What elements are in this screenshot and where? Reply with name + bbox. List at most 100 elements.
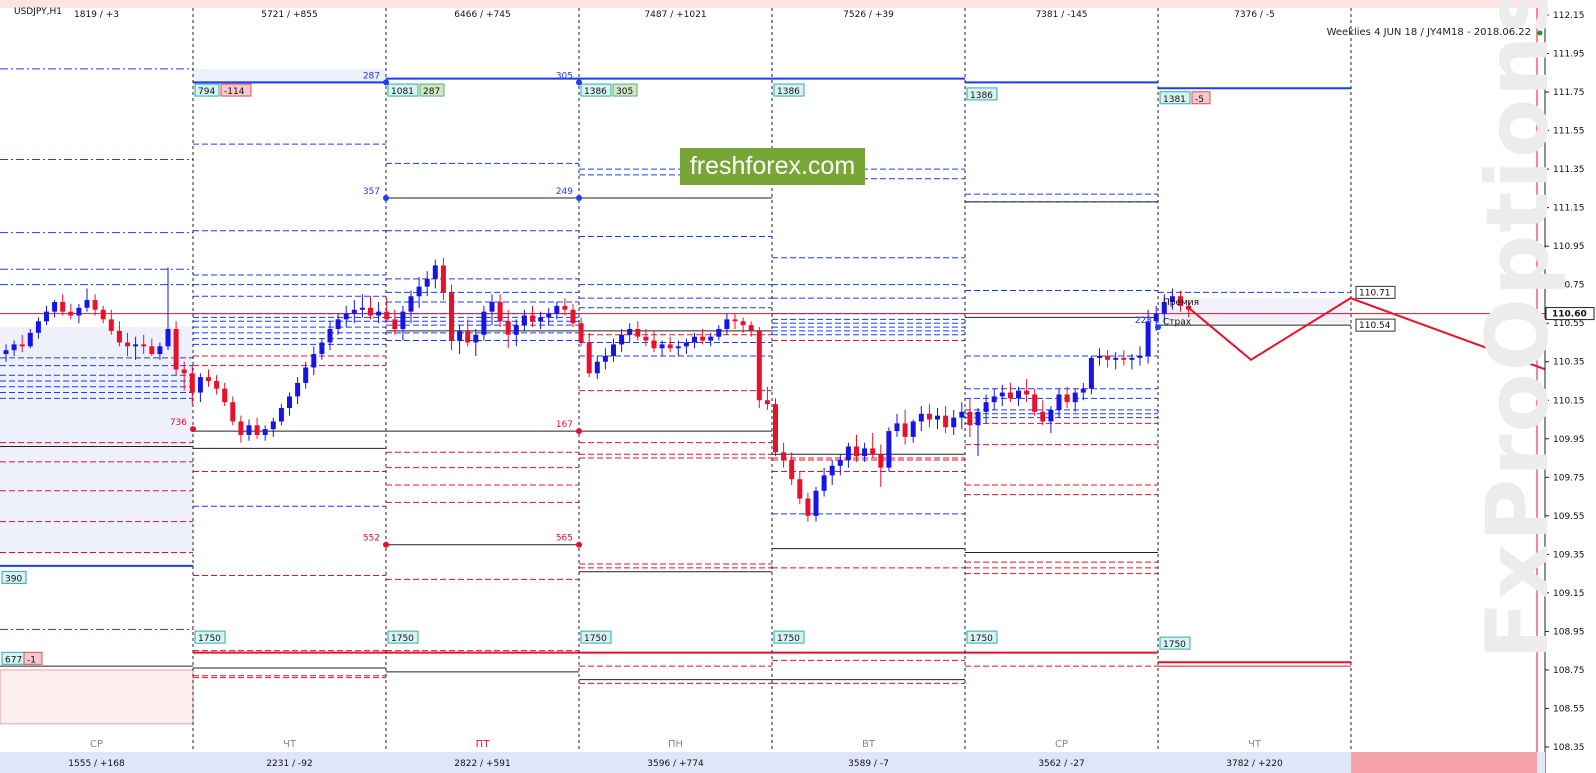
candle-body — [611, 344, 616, 356]
candle-body — [1129, 357, 1135, 360]
candle-body — [133, 344, 139, 347]
strike-dot — [576, 79, 582, 86]
candle-body — [951, 417, 957, 428]
day-top-stat: 7487 / +1021 — [644, 10, 706, 20]
red-label: 1750 — [777, 634, 800, 644]
premium-label: Премия — [1163, 298, 1199, 308]
candle-body — [44, 311, 49, 322]
blue-label: 1386 — [970, 91, 993, 101]
candle-body — [351, 309, 357, 314]
candle-body — [538, 317, 544, 322]
strike-value: 167 — [556, 420, 573, 430]
candle-body — [222, 388, 228, 403]
candle-body — [287, 396, 292, 408]
left-bottom-change: -1 — [27, 655, 36, 665]
strike-dot — [576, 541, 582, 548]
candle-body — [481, 311, 487, 335]
blue-label: 1386 — [584, 87, 607, 97]
candle-body — [578, 323, 584, 343]
candle-body — [1072, 392, 1078, 403]
candle-body — [773, 404, 778, 453]
red-label: 1750 — [1163, 640, 1186, 650]
candle-body — [781, 452, 787, 460]
candle-body — [594, 361, 600, 374]
candle-body — [667, 344, 673, 349]
axis-tick-label: 108.75 — [1553, 666, 1585, 676]
day-label: ПТ — [476, 739, 491, 750]
candle-body — [1064, 394, 1070, 403]
strike-value: 287 — [363, 71, 380, 81]
candle-body — [562, 305, 568, 310]
candle-body — [52, 302, 58, 312]
candle-body — [181, 369, 187, 374]
red-label: 1750 — [584, 634, 607, 644]
day-bottom-stat: 1555 / +168 — [68, 759, 125, 769]
day-bottom-stat: 2822 / +591 — [454, 759, 510, 769]
candle-body — [1088, 357, 1094, 389]
bottom-strip-pending — [1351, 752, 1537, 773]
candle-body — [246, 425, 252, 435]
candle-body — [327, 328, 333, 343]
chart-background — [0, 68, 1349, 725]
watermark-text: FxProOptions — [1468, 0, 1568, 660]
candle-body — [1121, 357, 1127, 360]
candle-body — [740, 321, 746, 326]
candle-body — [546, 313, 552, 318]
candle-body — [521, 315, 527, 326]
candle-body — [570, 309, 576, 324]
day-label: СР — [1055, 739, 1068, 750]
strike-dot — [1155, 324, 1161, 331]
candle-body — [829, 465, 835, 476]
candle-body — [1105, 355, 1111, 360]
candle-body — [238, 421, 244, 435]
day-label: ЧТ — [283, 739, 297, 750]
candle-body — [805, 498, 811, 516]
candle-body — [505, 321, 511, 335]
candle-body — [254, 425, 260, 435]
strike-dot — [383, 195, 389, 201]
day-top-stat: 6466 / +745 — [454, 10, 510, 20]
candle-body — [457, 330, 463, 341]
candle-body — [1080, 388, 1086, 393]
candle-body — [3, 350, 9, 355]
brand-logo[interactable]: freshforex.com — [680, 148, 865, 185]
candle-body — [943, 415, 949, 428]
candle-body — [862, 448, 868, 457]
change-label: 305 — [616, 87, 633, 97]
candle-body — [1056, 394, 1062, 410]
candle-body — [886, 431, 892, 468]
candle-body — [813, 490, 819, 516]
candle-body — [716, 328, 722, 337]
candle-body — [125, 342, 130, 347]
strike-value: 357 — [363, 187, 380, 197]
candle-body — [651, 340, 657, 349]
candle-body — [692, 336, 697, 343]
candle-body — [1145, 321, 1151, 356]
red-label: 1750 — [970, 634, 993, 644]
candle-body — [173, 328, 179, 370]
change-label: -5 — [1195, 95, 1204, 105]
candle-body — [756, 330, 762, 401]
candle-body — [1113, 357, 1119, 360]
blue-label: 1081 — [391, 87, 414, 97]
blue-bottom-label: 390 — [5, 574, 22, 584]
strike-value: 552 — [363, 534, 380, 544]
day-top-stat: 1819 / +3 — [74, 10, 119, 20]
candle-body — [894, 423, 900, 432]
red-label: 1750 — [391, 634, 414, 644]
red-zone — [0, 669, 194, 725]
option-levels — [0, 8, 1545, 760]
candle-body — [432, 265, 438, 279]
strike-dot — [576, 428, 582, 435]
candle-body — [513, 325, 519, 335]
candle-body — [35, 321, 41, 333]
strike-dot — [190, 426, 196, 433]
insurance-label: Страх — [1163, 317, 1192, 327]
candle-body — [303, 367, 309, 383]
candle-body — [165, 328, 171, 347]
candle-body — [975, 411, 981, 426]
day-bottom-stat: 3782 / +220 — [1226, 759, 1283, 769]
strike-dot — [383, 79, 389, 86]
candle-body — [967, 411, 973, 426]
candle-body — [870, 448, 876, 455]
